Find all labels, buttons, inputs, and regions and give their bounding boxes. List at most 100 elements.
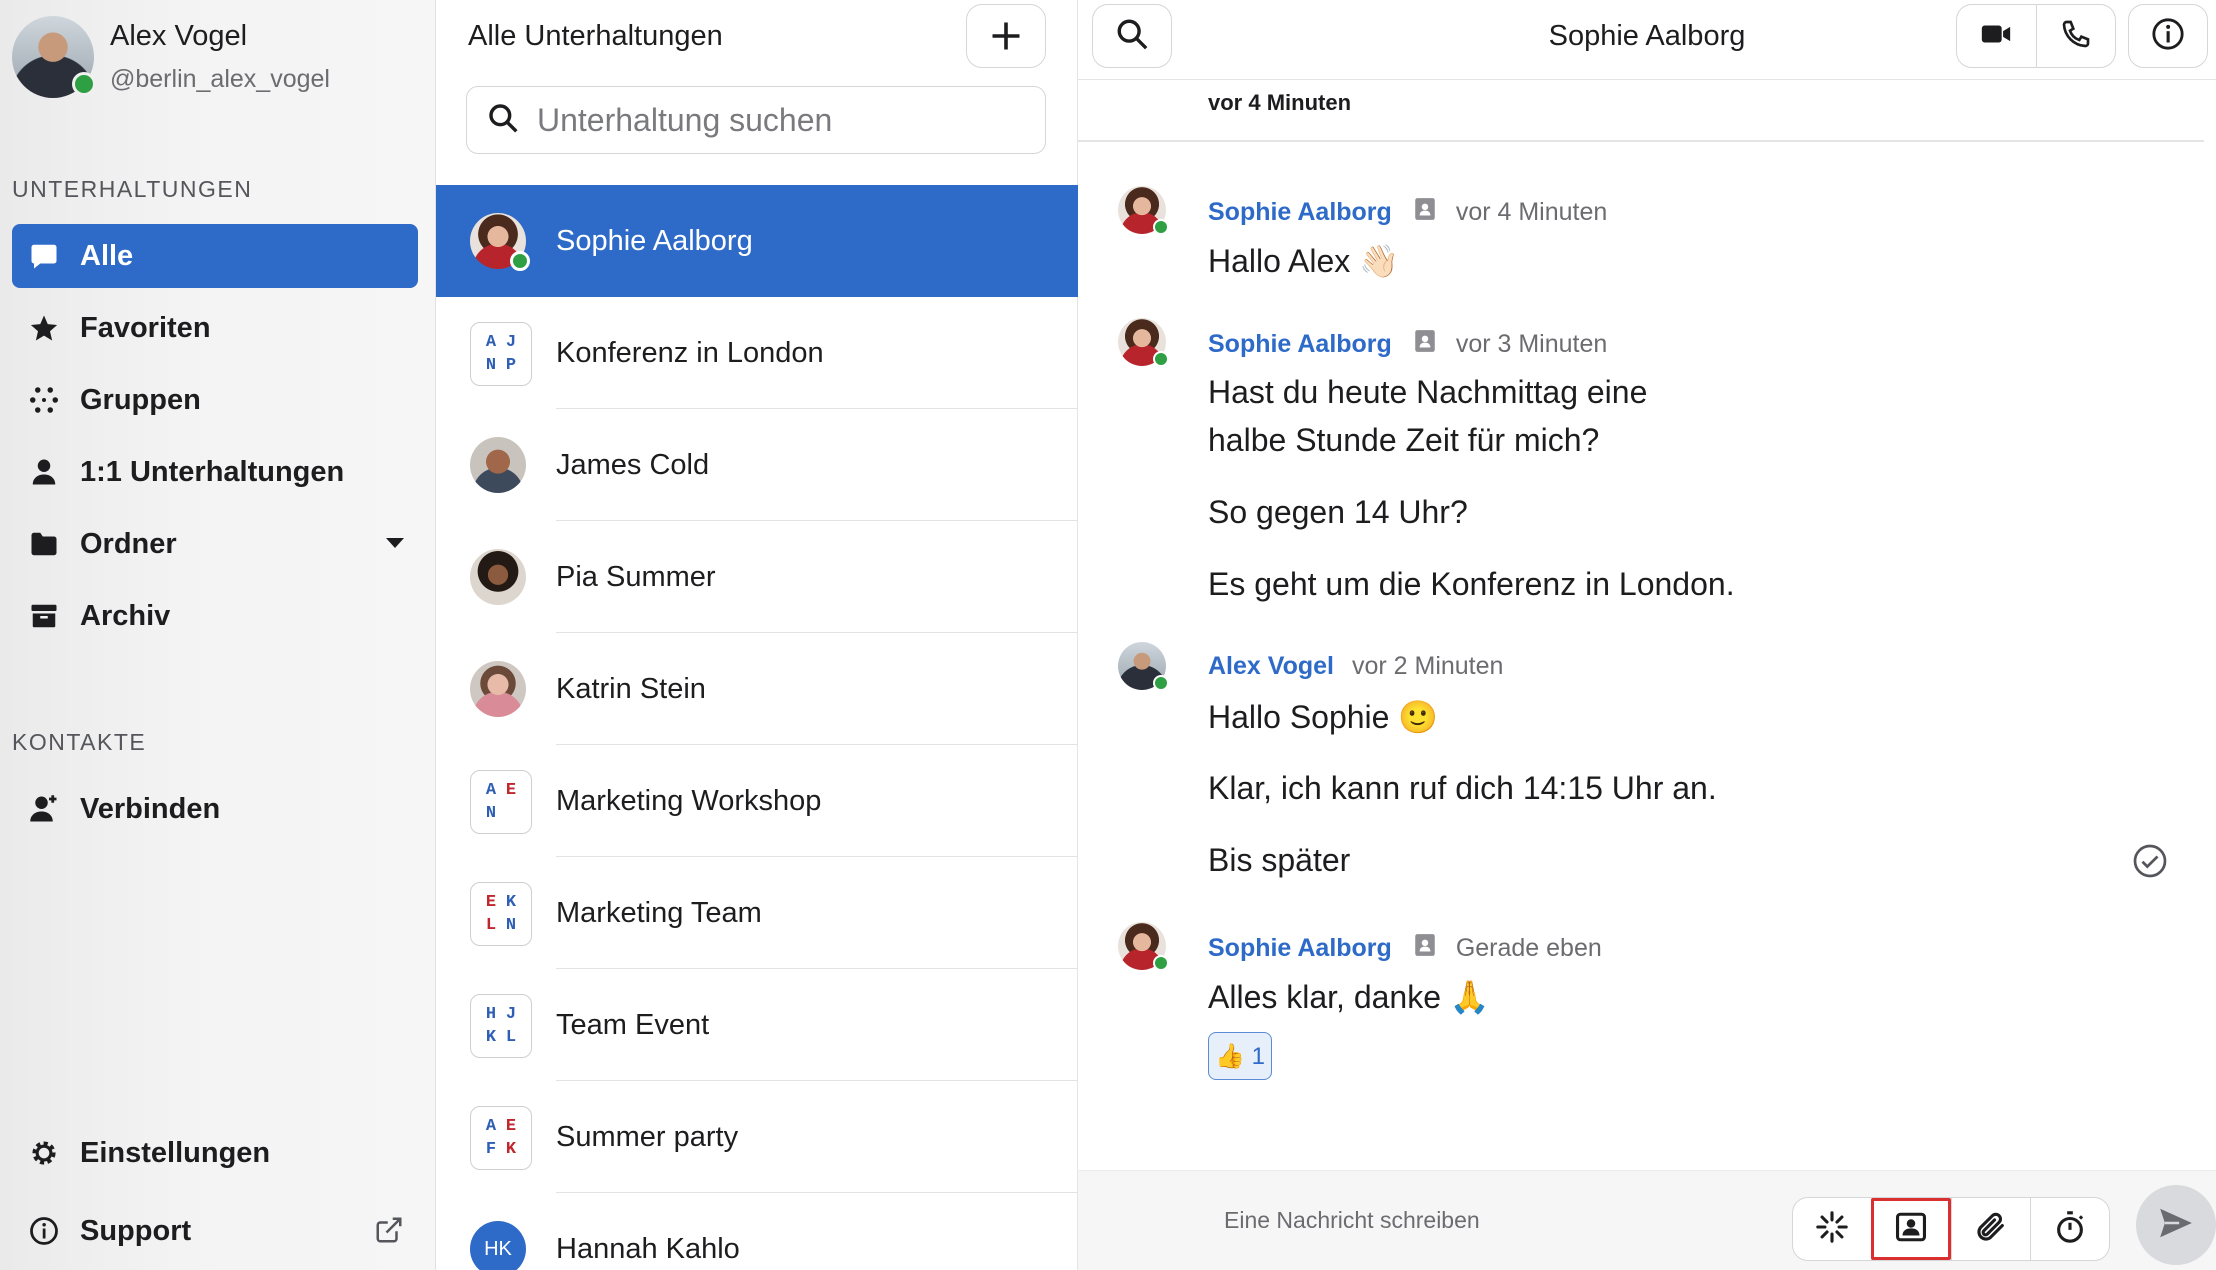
section-label-contacts: KONTAKTE (12, 729, 147, 755)
groups-icon (26, 382, 62, 418)
online-status-dot (72, 72, 96, 96)
sender-name[interactable]: Sophie Aalborg (1208, 934, 1392, 963)
message-composer (1078, 1170, 2216, 1270)
conversation-name: Katrin Stein (556, 672, 706, 705)
message-time: vor 3 Minuten (1455, 330, 1608, 358)
chat-bubble-icon (26, 238, 62, 274)
sender-name[interactable]: Sophie Aalborg (1208, 330, 1392, 359)
audio-call-button[interactable] (2035, 5, 2116, 67)
conversation-name: Team Event (556, 1008, 710, 1041)
online-status-dot (510, 251, 530, 271)
image-icon (1894, 1210, 1928, 1249)
conversation-name: Marketing Workshop (556, 784, 822, 817)
sidebar-item-alle[interactable]: Alle (12, 224, 418, 288)
video-camera-icon (1979, 17, 2013, 56)
sidebar-item-einzel[interactable]: 1:1 Unterhaltungen (12, 440, 418, 504)
sidebar-item-label: Verbinden (80, 792, 221, 825)
conversation-name: Konferenz in London (556, 336, 824, 369)
sidebar-item-label: Archiv (80, 599, 171, 632)
message-header: Sophie Aalborg Gerade eben (1208, 932, 1602, 965)
sidebar-item-gruppen[interactable]: Gruppen (12, 368, 418, 432)
group-avatar: AE FK (470, 1106, 532, 1170)
conversation-list-title: Alle Unterhaltungen (468, 20, 723, 52)
read-receipt-icon (2132, 843, 2168, 884)
external-link-icon[interactable] (374, 1215, 404, 1253)
message-header: Sophie Aalborg vor 4 Minuten (1208, 196, 1607, 229)
message-time: vor 2 Minuten (1351, 652, 1504, 680)
message-time: vor 4 Minuten (1455, 198, 1608, 226)
image-upload-button[interactable] (1871, 1198, 1951, 1260)
sidebar-item-einstellungen[interactable]: Einstellungen (12, 1121, 418, 1185)
conversation-name: Marketing Team (556, 896, 762, 929)
conversation-search[interactable] (466, 86, 1046, 154)
date-separator: vor 4 Minuten (1208, 90, 1352, 115)
message-text: Hallo Alex 👋🏻 (1208, 243, 1400, 279)
timed-message-button[interactable] (2029, 1198, 2109, 1260)
folder-icon (26, 526, 62, 562)
message-text: Hast du heute Nachmittag eine (1208, 374, 1648, 410)
nav-contacts: Verbinden (12, 777, 418, 849)
message-text: So gegen 14 Uhr? (1208, 494, 1468, 530)
sidebar-item-favoriten[interactable]: Favoriten (12, 296, 418, 360)
sidebar-item-label: Gruppen (80, 383, 201, 416)
person-icon (26, 454, 62, 490)
call-buttons (1956, 4, 2116, 68)
profile-name: Alex Vogel (110, 20, 248, 52)
guest-badge-icon (1412, 328, 1438, 361)
profile-avatar[interactable] (12, 16, 96, 98)
info-icon (26, 1213, 62, 1249)
sender-name[interactable]: Sophie Aalborg (1208, 198, 1392, 227)
nav-footer: Einstellungen Support (12, 1121, 418, 1270)
timer-icon (2053, 1210, 2087, 1249)
online-status-dot (1153, 219, 1169, 235)
sidebar-item-archiv[interactable]: Archiv (12, 584, 418, 648)
info-icon (2151, 17, 2185, 56)
avatar (470, 437, 526, 493)
guest-badge-icon (1412, 932, 1438, 965)
conversation-name: Pia Summer (556, 560, 716, 593)
online-status-dot (1153, 351, 1169, 367)
chevron-down-icon[interactable] (386, 538, 404, 548)
sidebar-item-label: 1:1 Unterhaltungen (80, 455, 345, 488)
sender-avatar[interactable] (1118, 922, 1169, 971)
sidebar-item-label: Favoriten (80, 311, 211, 344)
sender-avatar[interactable] (1118, 186, 1169, 235)
sender-name[interactable]: Alex Vogel (1208, 652, 1334, 681)
send-button[interactable] (2136, 1185, 2216, 1265)
paperclip-icon (1974, 1210, 2008, 1249)
conversation-search-input[interactable] (537, 101, 1017, 139)
guest-badge-icon (1412, 196, 1438, 229)
avatar (470, 549, 526, 605)
ping-button[interactable] (1793, 1198, 1871, 1260)
sidebar-item-ordner[interactable]: Ordner (12, 512, 418, 576)
sidebar-item-verbinden[interactable]: Verbinden (12, 777, 418, 841)
archive-icon (26, 598, 62, 634)
add-person-icon (26, 791, 62, 827)
sidebar-item-label: Einstellungen (80, 1136, 271, 1169)
message-text: Es geht um die Konferenz in London. (1208, 566, 1735, 602)
phone-icon (2060, 18, 2092, 55)
sender-avatar[interactable] (1118, 318, 1169, 367)
sidebar-item-support[interactable]: Support (12, 1199, 418, 1263)
conversation-info-button[interactable] (2128, 4, 2208, 68)
video-call-button[interactable] (1957, 5, 2036, 67)
group-avatar: AJ NP (470, 322, 532, 386)
message-header: Sophie Aalborg vor 3 Minuten (1208, 328, 1607, 361)
message-text: Hallo Sophie 🙂 (1208, 699, 1439, 735)
online-status-dot (1153, 955, 1169, 971)
new-conversation-button[interactable] (966, 4, 1046, 68)
attach-file-button[interactable] (1950, 1198, 2030, 1260)
sender-avatar[interactable] (1118, 642, 1169, 691)
message-header: Alex Vogel vor 2 Minuten (1208, 652, 1503, 681)
message-input[interactable] (1224, 1207, 1784, 1234)
section-label-conversations: UNTERHALTUNGEN (12, 176, 253, 202)
nav-conversations: Alle Favoriten Gruppen 1:1 Unterhaltunge… (12, 224, 418, 656)
conversation-list: Alle Unterhaltungen Sophie Aalborg AJ (436, 0, 1490, 1270)
avatar (470, 213, 530, 271)
chat-panel: Sophie Aalborg vor 4 Minuten Sophie Aalb… (1078, 0, 2216, 1270)
sidebar: Alex Vogel @berlin_alex_vogel UNTERHALTU… (0, 0, 436, 1270)
message-text: Alles klar, danke 🙏 (1208, 979, 1490, 1015)
profile[interactable]: Alex Vogel @berlin_alex_vogel (12, 16, 330, 98)
search-icon (487, 102, 519, 139)
reaction-badge[interactable]: 👍 1 (1208, 1032, 1272, 1080)
